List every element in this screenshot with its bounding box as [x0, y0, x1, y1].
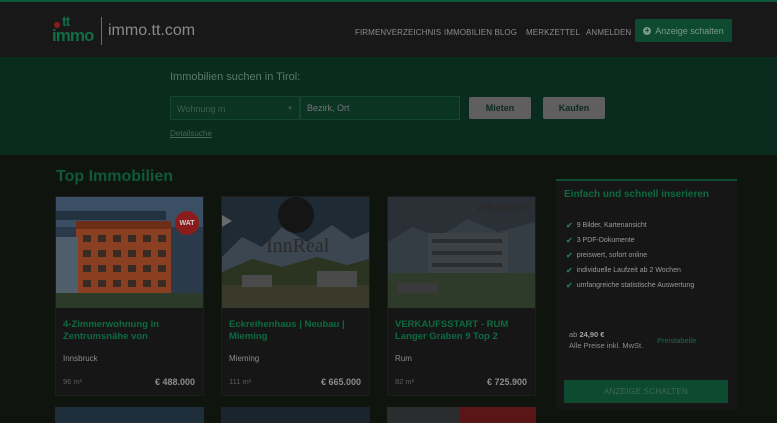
feature-label: 3 PDF-Dokumente	[576, 237, 635, 244]
logo-divider	[101, 17, 102, 45]
listing-price: € 488.000	[154, 377, 195, 387]
listing-area: 82 m²	[395, 377, 415, 386]
listing-card[interactable]: WAT 4-Zimmerwohnung in Zentrumsnähe von …	[55, 196, 204, 396]
section-title: Top Immobilien	[56, 168, 174, 185]
feature-item: ✔ 3 PDF-Dokumente	[566, 236, 635, 245]
detailsuche-link[interactable]: Detailsuche	[170, 129, 212, 138]
panel-heading: Einfach und schnell inserieren	[564, 189, 710, 200]
dropdown-arrow-icon: ▼	[287, 106, 293, 112]
feature-label: preiswert, sofort online	[576, 252, 648, 259]
listing-image[interactable]: InnReal	[222, 197, 369, 308]
location-input[interactable]	[300, 96, 460, 120]
kaufen-button[interactable]: Kaufen	[543, 97, 605, 119]
listing-image-partial[interactable]	[55, 407, 204, 423]
price-note: Alle Preise inkl. MwSt.	[569, 341, 644, 350]
nav-immobilien-blog[interactable]: IMMOBILIEN BLOG	[444, 28, 517, 37]
listing-title[interactable]: Eckreihenhaus | Neubau | Mieming	[229, 319, 365, 343]
listing-price: € 725.900	[486, 377, 527, 387]
tt-logo[interactable]: tt immo	[52, 13, 104, 48]
nav-anmelden[interactable]: ANMELDEN	[586, 28, 631, 37]
badge-stripe	[460, 407, 536, 423]
watermark: InnReal	[266, 235, 330, 257]
anzeige-schalten-label: Anzeige schalten	[655, 25, 724, 36]
site-header: tt immo immo.tt.com FIRMENVERZEICHNIS IM…	[0, 2, 777, 57]
search-hero: Immobilien suchen in Tirol: Wohnung m ▼ …	[0, 57, 777, 155]
checkmark-icon: ✔	[566, 236, 573, 245]
listing-image-partial[interactable]	[387, 407, 536, 423]
search-title: Immobilien suchen in Tirol:	[170, 71, 301, 83]
feature-item: ✔ preiswert, sofort online	[566, 251, 647, 260]
anzeige-schalten-button[interactable]: + Anzeige schalten	[635, 19, 732, 42]
feature-item: ✔ 9 Bilder, Kartenansicht	[566, 221, 647, 230]
preistabelle-link[interactable]: Preistabelle	[657, 336, 696, 345]
site-name[interactable]: immo.tt.com	[108, 22, 195, 40]
listing-card[interactable]: WEIBERN VERKAUFSSTART - RUM Langer Grabe…	[387, 196, 536, 396]
feature-label: individuelle Laufzeit ab 2 Wochen	[576, 267, 681, 274]
checkmark-icon: ✔	[566, 266, 573, 275]
nav-firmenverzeichnis[interactable]: FIRMENVERZEICHNIS	[355, 28, 441, 37]
checkmark-icon: ✔	[566, 251, 573, 260]
price-prefix: ab	[569, 330, 578, 339]
insert-ad-panel: Einfach und schnell inserieren ✔ 9 Bilder…	[556, 179, 737, 409]
listing-price: € 665.000	[320, 377, 361, 387]
checkmark-icon: ✔	[566, 281, 573, 290]
feature-item: ✔ individuelle Laufzeit ab 2 Wochen	[566, 266, 681, 275]
nav-merkzettel[interactable]: MERKZETTEL	[526, 28, 580, 37]
logo-immo-text: immo	[52, 26, 94, 45]
listing-image[interactable]: WEIBERN	[388, 197, 535, 308]
price-info: ab 24,90 € Alle Preise inkl. MwSt.	[569, 329, 659, 351]
listing-location: Mieming	[229, 354, 260, 363]
listing-image-partial[interactable]	[221, 407, 370, 423]
feature-item: ✔ umfangreiche statistische Auswertung	[566, 281, 694, 290]
checkmark-icon: ✔	[566, 221, 573, 230]
price-value: 24,90 €	[579, 330, 605, 339]
property-type-value: Wohnung m	[177, 104, 226, 114]
listing-image[interactable]: WAT	[56, 197, 203, 308]
listing-area: 111 m²	[229, 377, 252, 386]
listing-card[interactable]: InnReal Eckreihenhaus | Neubau | Mieming…	[221, 196, 370, 396]
listing-title[interactable]: 4-Zimmerwohnung in Zentrumsnähe von	[63, 319, 199, 343]
mieten-button[interactable]: Mieten	[469, 97, 531, 119]
watermark: WEIBERN	[476, 203, 531, 214]
listing-location: Rum	[395, 354, 412, 363]
badge: WAT	[175, 211, 199, 235]
feature-label: umfangreiche statistische Auswertung	[576, 282, 695, 289]
anzeige-schalten-panel-button[interactable]: ANZEIGE SCHALTEN	[564, 380, 728, 403]
listing-location: Innsbruck	[63, 354, 98, 363]
feature-label: 9 Bilder, Kartenansicht	[576, 222, 647, 229]
listing-area: 96 m²	[63, 377, 83, 386]
plus-circle-icon: +	[643, 25, 652, 35]
property-type-select[interactable]: Wohnung m ▼	[170, 96, 300, 120]
listing-title[interactable]: VERKAUFSSTART - RUM Langer Graben 9 Top …	[395, 319, 531, 343]
